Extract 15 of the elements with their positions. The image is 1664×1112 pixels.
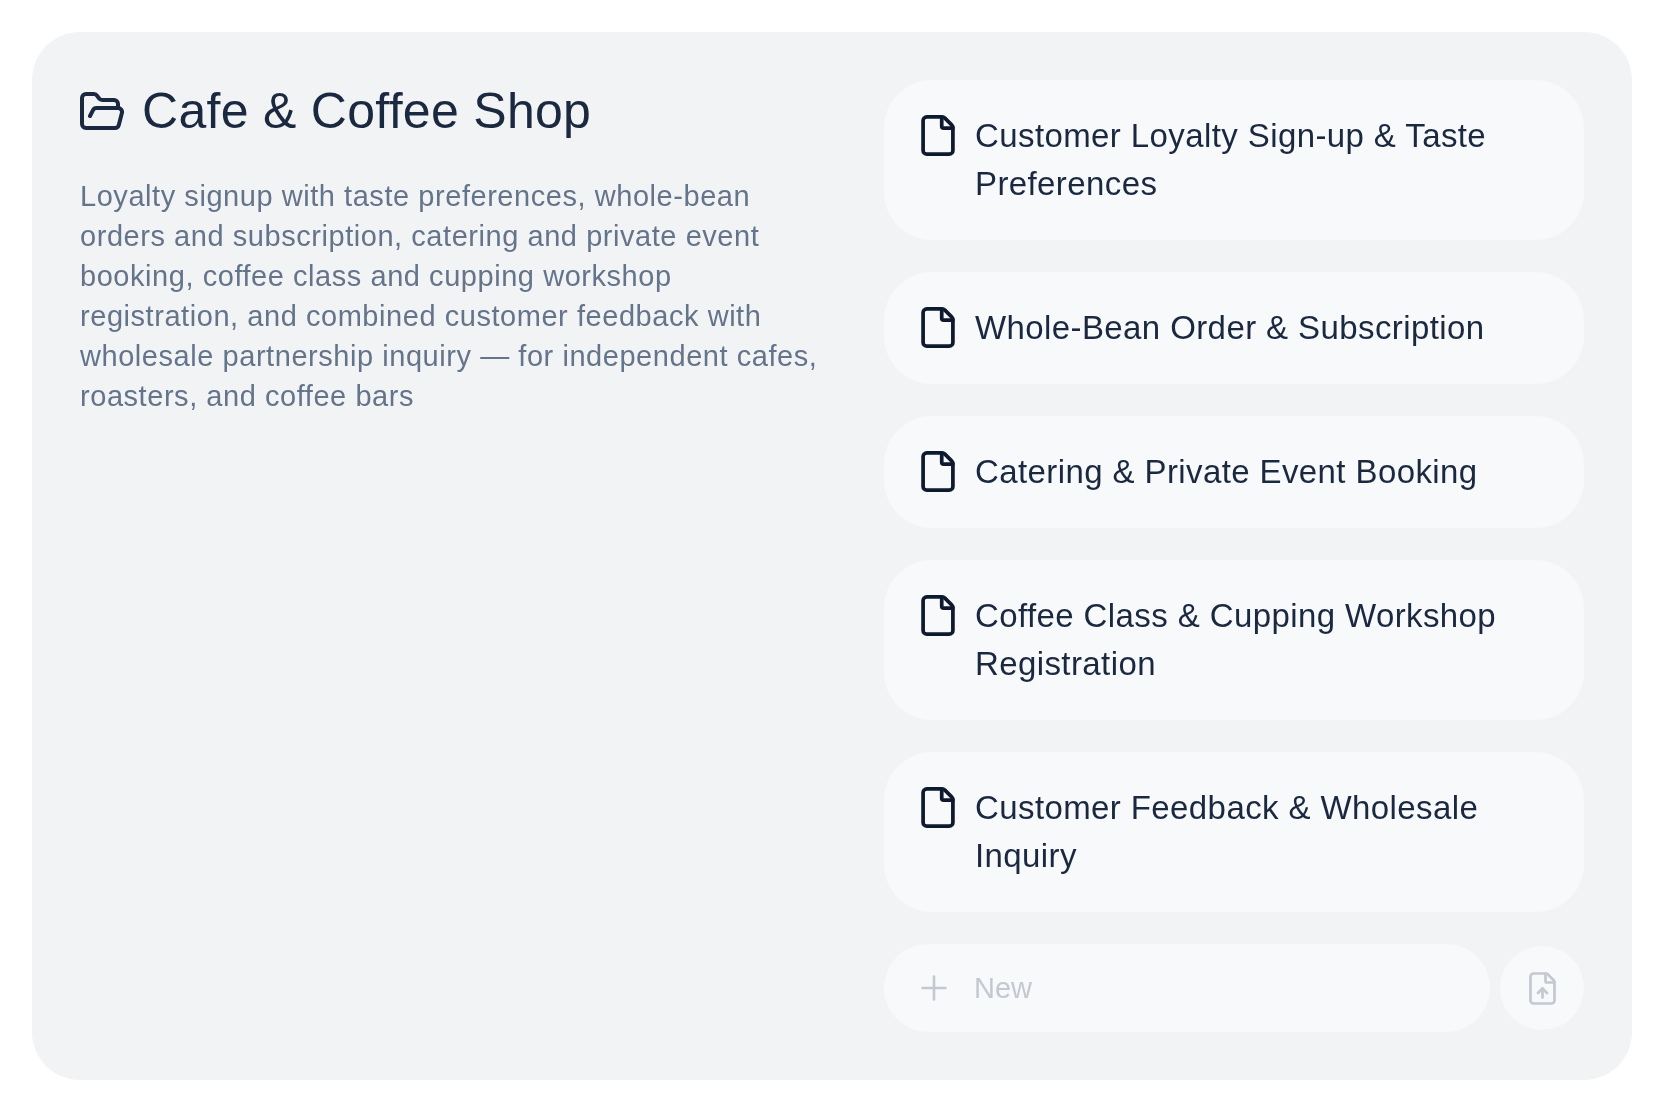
section-title: Cafe & Coffee Shop (142, 82, 592, 141)
folder-icon (80, 92, 124, 130)
form-card[interactable]: Customer Loyalty Sign-up & Taste Preferences (884, 80, 1584, 240)
form-card[interactable]: Coffee Class & Cupping Workshop Registration (884, 560, 1584, 720)
file-icon (921, 595, 955, 636)
file-icon (921, 307, 955, 348)
plus-icon (921, 975, 947, 1001)
section-description: Loyalty signup with taste preferences, whole-bean orders and subscription, catering and private event booking, coffee class and cupping workshop registration, and combined customer feedback with wholesale partnership inquiry — for independent cafes, roasters, and coffee bars (80, 179, 819, 414)
file-icon (921, 115, 955, 156)
file-upload-icon (1528, 971, 1556, 1005)
form-card[interactable]: Customer Feedback & Wholesale Inquiry (884, 752, 1584, 912)
file-icon (921, 787, 955, 828)
file-icon (921, 451, 955, 492)
form-card[interactable]: Catering & Private Event Booking (884, 416, 1584, 528)
form-card[interactable]: Whole-Bean Order & Subscription (884, 272, 1584, 384)
